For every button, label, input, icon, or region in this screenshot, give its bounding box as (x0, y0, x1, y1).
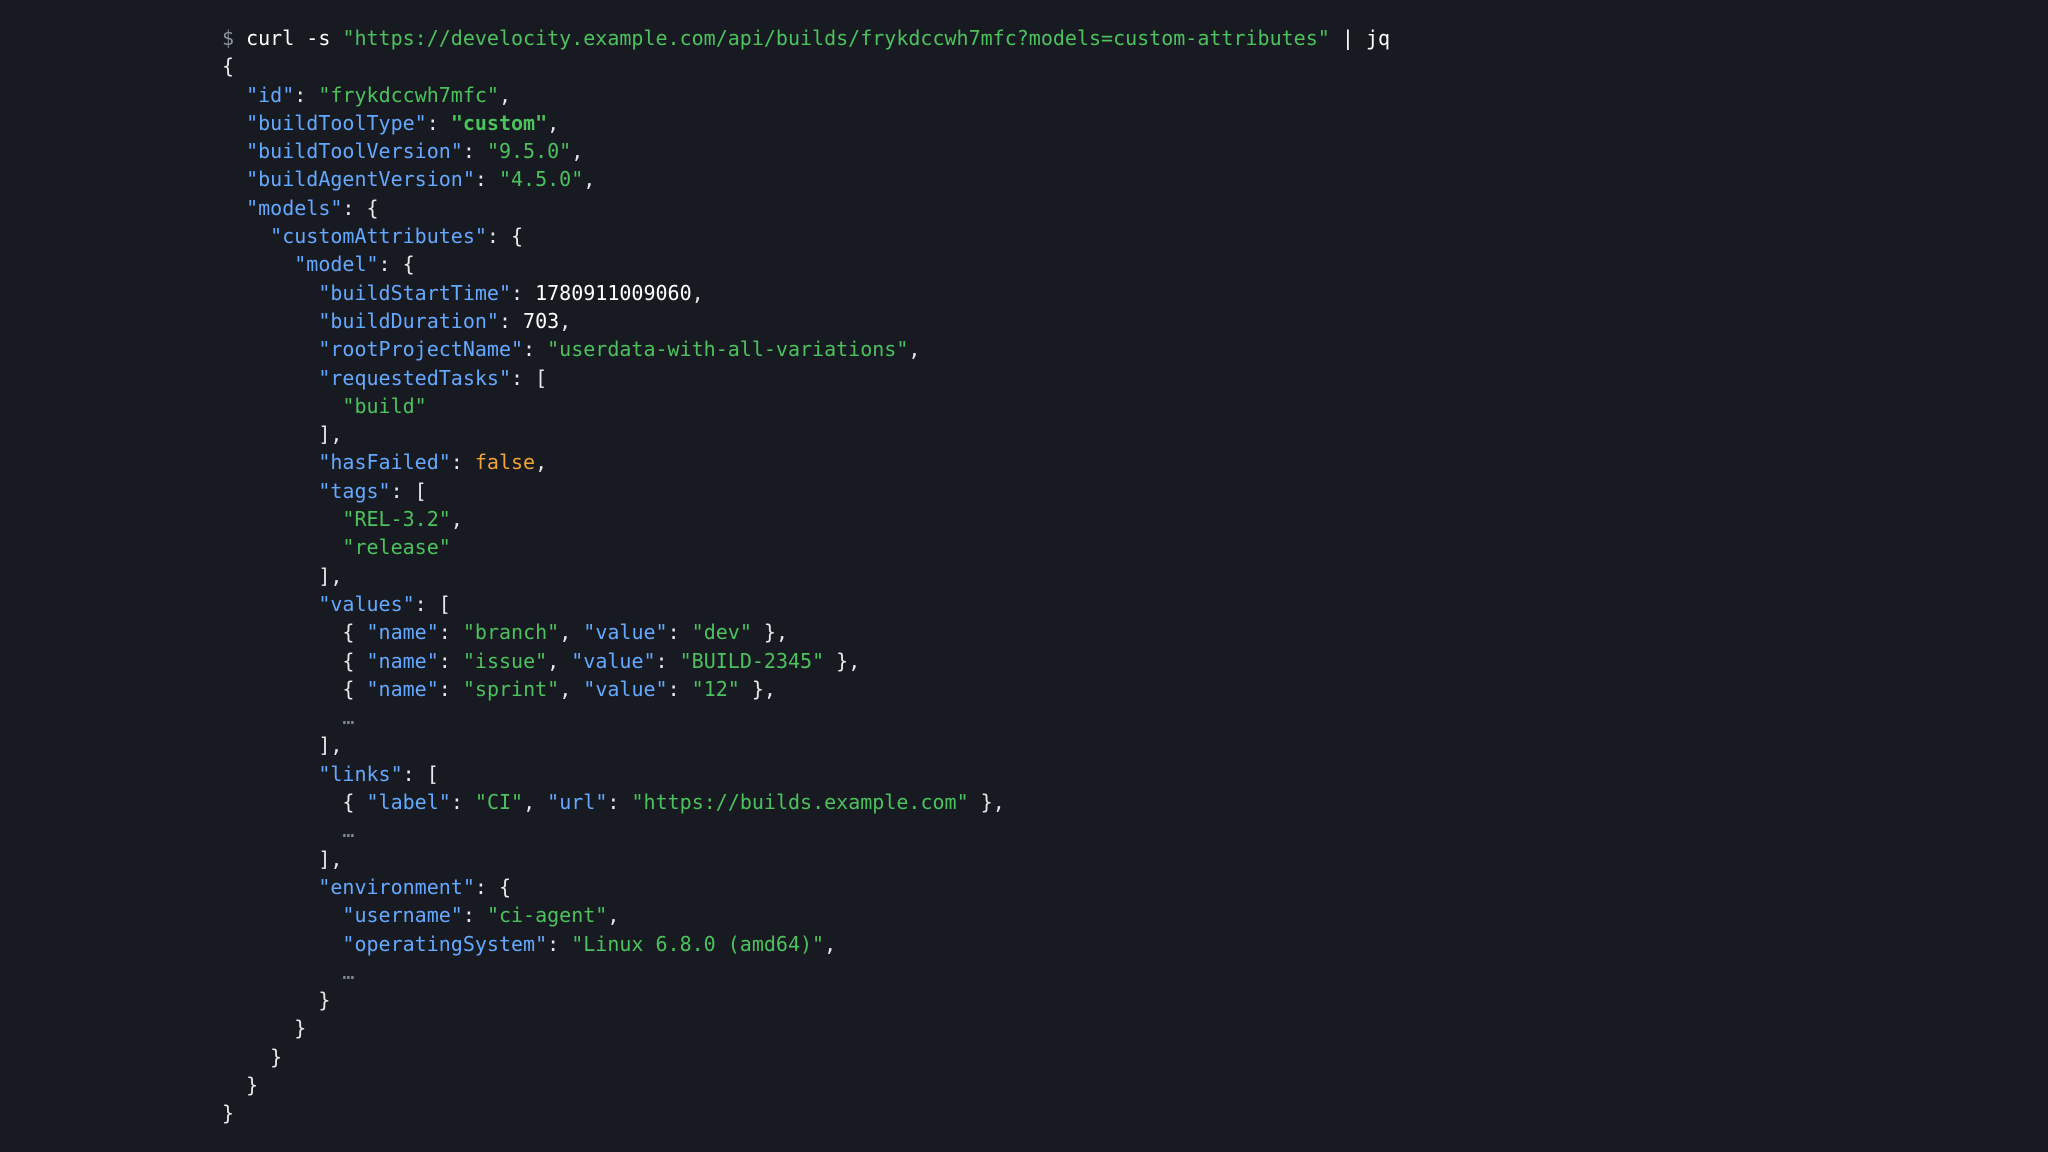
json-line: { (222, 54, 235, 79)
json-string: "BUILD-2345" (679, 648, 825, 673)
json-line: … (222, 816, 1390, 844)
json-line: "buildAgentVersion": "4.5.0", (246, 167, 596, 192)
json-line: "buildDuration": 703, (318, 308, 572, 333)
json-string: "userdata-with-all-variations" (547, 337, 909, 362)
json-string: "issue" (462, 648, 548, 673)
json-line: … (222, 958, 1390, 986)
shell-prompt: $ (222, 26, 235, 50)
json-line: } (294, 1016, 307, 1041)
json-key: "hasFailed" (318, 450, 451, 475)
json-key: "name" (366, 676, 439, 701)
command-line: $ curl -s "https://develocity.example.co… (222, 24, 1390, 52)
json-key: "operatingSystem" (342, 931, 548, 956)
json-line: ], (318, 422, 343, 447)
json-line: "links": [ (318, 761, 439, 786)
json-string: "12" (691, 676, 740, 701)
json-line: ], (318, 563, 343, 588)
json-line: "id": "frykdccwh7mfc", (246, 82, 512, 107)
json-string: "4.5.0" (498, 167, 584, 192)
json-string: "dev" (691, 620, 752, 645)
json-line: "tags": [ (318, 478, 427, 503)
json-string: "REL-3.2" (342, 507, 451, 532)
json-line: "environment": { (318, 874, 511, 899)
json-key: "username" (342, 903, 463, 928)
json-string: "frykdccwh7mfc" (318, 82, 499, 107)
ellipsis: … (342, 705, 355, 730)
json-key: "buildAgentVersion" (246, 167, 475, 192)
json-key: "value" (571, 648, 656, 673)
json-key: "buildDuration" (318, 308, 499, 333)
json-string: "ci-agent" (486, 903, 608, 928)
json-key: "customAttributes" (270, 224, 487, 249)
json-line: "REL-3.2", (342, 507, 463, 532)
json-key: "rootProjectName" (318, 337, 524, 362)
json-key: "environment" (318, 874, 475, 899)
json-number: 703 (523, 308, 560, 333)
json-boolean: false (474, 450, 536, 475)
json-line: "hasFailed": false, (318, 450, 548, 475)
json-number: 1780911009060 (535, 280, 692, 305)
curl-command: curl -s (246, 26, 331, 50)
json-key: "label" (366, 790, 451, 815)
json-key: "buildStartTime" (318, 280, 511, 305)
json-line: "models": { (246, 195, 379, 220)
json-line: ], (318, 846, 343, 871)
json-string: "custom" (450, 110, 548, 135)
ellipsis: … (342, 818, 355, 843)
json-line: { "name": "branch", "value": "dev" }, (342, 620, 789, 645)
json-line: "customAttributes": { (270, 224, 524, 249)
terminal-output: $ curl -s "https://develocity.example.co… (222, 24, 1390, 1128)
json-key: "id" (246, 82, 295, 107)
json-line: "build" (222, 392, 1390, 420)
json-line: } (270, 1044, 283, 1069)
json-line: "rootProjectName": "userdata-with-all-va… (318, 337, 921, 362)
json-key: "buildToolVersion" (246, 139, 463, 164)
json-key: "buildToolType" (246, 110, 427, 135)
json-line: } (222, 1101, 235, 1126)
json-key: "name" (366, 648, 439, 673)
json-line: "requestedTasks": [ (318, 365, 548, 390)
json-line: "buildToolVersion": "9.5.0", (246, 139, 584, 164)
json-line: } (318, 988, 331, 1013)
json-key: "value" (583, 676, 668, 701)
json-line: "buildToolType": "custom", (246, 110, 560, 135)
json-line: { "name": "issue", "value": "BUILD-2345"… (342, 648, 861, 673)
json-line: "buildStartTime": 1780911009060, (318, 280, 704, 305)
json-string: "branch" (462, 620, 560, 645)
json-string: "release" (342, 535, 451, 560)
json-line: { "label": "CI", "url": "https://builds.… (342, 790, 1005, 815)
json-key: "links" (318, 761, 403, 786)
json-string: "build" (342, 393, 427, 418)
json-string: "sprint" (462, 676, 560, 701)
json-line: "release" (222, 533, 1390, 561)
json-line: "values": [ (318, 591, 451, 616)
json-string: "CI" (474, 790, 524, 815)
json-key: "requestedTasks" (318, 365, 511, 390)
json-line: "operatingSystem": "Linux 6.8.0 (amd64)"… (342, 931, 837, 956)
json-key: "value" (583, 620, 668, 645)
json-key: "models" (246, 195, 343, 220)
json-string: "Linux 6.8.0 (amd64)" (571, 931, 825, 956)
json-line: ], (318, 733, 343, 758)
json-line: "model": { (294, 252, 415, 277)
json-key: "model" (294, 252, 379, 277)
ellipsis: … (342, 959, 355, 984)
json-line: } (246, 1072, 259, 1097)
json-line: … (222, 703, 1390, 731)
json-key: "values" (318, 591, 415, 616)
json-string: "https://builds.example.com" (631, 790, 969, 815)
json-line: "username": "ci-agent", (342, 903, 620, 928)
json-string: "9.5.0" (486, 139, 572, 164)
request-url: "https://develocity.example.com/api/buil… (342, 26, 1330, 50)
json-key: "name" (366, 620, 439, 645)
json-key: "url" (547, 790, 608, 815)
jq-pipe: | jq (1341, 26, 1391, 50)
json-line: { "name": "sprint", "value": "12" }, (342, 676, 776, 701)
json-key: "tags" (318, 478, 391, 503)
terminal-window: $ curl -s "https://develocity.example.co… (0, 0, 2048, 1152)
